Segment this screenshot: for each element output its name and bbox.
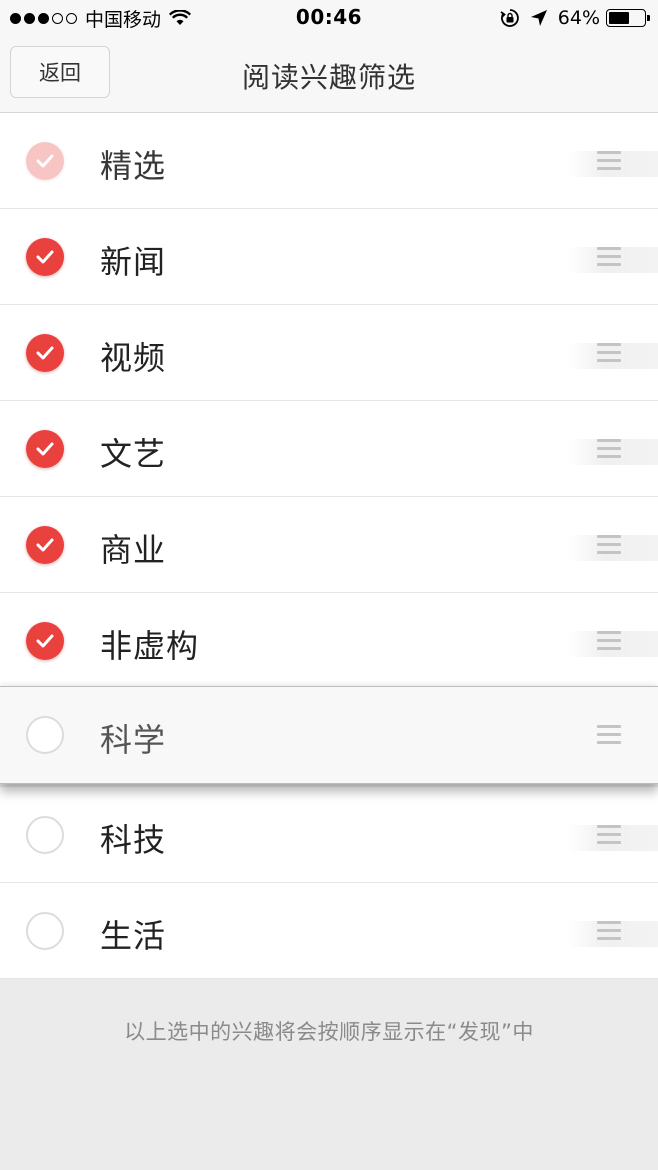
- interest-label: 非虚构: [100, 627, 200, 665]
- footer-note: 以上选中的兴趣将会按顺序显示在“发现”中: [124, 1020, 534, 1044]
- unchecked-checkbox[interactable]: [26, 816, 64, 854]
- location-arrow-icon: [530, 10, 547, 26]
- battery-percent: 64%: [557, 7, 600, 29]
- checkmark-icon: [36, 442, 54, 456]
- drag-handle-icon[interactable]: [597, 631, 621, 651]
- drag-handle-icon[interactable]: [597, 725, 621, 745]
- navigation-bar: 返回 阅读兴趣筛选: [0, 38, 658, 113]
- interest-row[interactable]: 文艺: [0, 401, 658, 497]
- drag-handle-icon[interactable]: [597, 921, 621, 941]
- interest-row[interactable]: 科学: [0, 686, 658, 784]
- checkmark-icon: [36, 538, 54, 552]
- drag-handle-icon[interactable]: [597, 825, 621, 845]
- checkmark-icon: [36, 634, 54, 648]
- battery-icon: [606, 9, 650, 27]
- checked-checkbox[interactable]: [26, 142, 64, 180]
- interest-label: 视频: [100, 339, 167, 377]
- interest-label: 精选: [100, 147, 167, 185]
- checkmark-icon: [36, 250, 54, 264]
- checked-checkbox[interactable]: [26, 334, 64, 372]
- checked-checkbox[interactable]: [26, 622, 64, 660]
- checked-checkbox[interactable]: [26, 430, 64, 468]
- interest-row[interactable]: 生活: [0, 883, 658, 979]
- drag-handle-icon[interactable]: [597, 439, 621, 459]
- interest-row[interactable]: 非虚构: [0, 593, 658, 689]
- orientation-lock-icon: [500, 9, 519, 27]
- interest-row[interactable]: 新闻: [0, 209, 658, 305]
- interest-label: 新闻: [100, 243, 167, 281]
- checked-checkbox[interactable]: [26, 526, 64, 564]
- status-right: 64%: [500, 6, 650, 30]
- interest-label: 文艺: [100, 435, 167, 473]
- footer: 以上选中的兴趣将会按顺序显示在“发现”中: [0, 980, 658, 1170]
- interest-list: 精选新闻视频文艺商业非虚构科学科技生活: [0, 113, 658, 979]
- status-bar: 中国移动 00:46 64%: [0, 0, 658, 38]
- drag-handle-icon[interactable]: [597, 247, 621, 267]
- interest-label: 科学: [100, 721, 167, 759]
- interest-row[interactable]: 精选: [0, 113, 658, 209]
- unchecked-checkbox[interactable]: [26, 716, 64, 754]
- interest-label: 科技: [100, 821, 167, 859]
- page-title: 阅读兴趣筛选: [241, 61, 416, 94]
- drag-handle-icon[interactable]: [597, 151, 621, 171]
- unchecked-checkbox[interactable]: [26, 912, 64, 950]
- interest-label: 商业: [100, 531, 167, 569]
- interest-row[interactable]: 科技: [0, 787, 658, 883]
- checkmark-icon: [36, 154, 54, 168]
- drag-handle-icon[interactable]: [597, 535, 621, 555]
- interest-row[interactable]: 视频: [0, 305, 658, 401]
- drag-handle-icon[interactable]: [597, 343, 621, 363]
- checkmark-icon: [36, 346, 54, 360]
- interest-label: 生活: [100, 917, 167, 955]
- checked-checkbox[interactable]: [26, 238, 64, 276]
- interest-row[interactable]: 商业: [0, 497, 658, 593]
